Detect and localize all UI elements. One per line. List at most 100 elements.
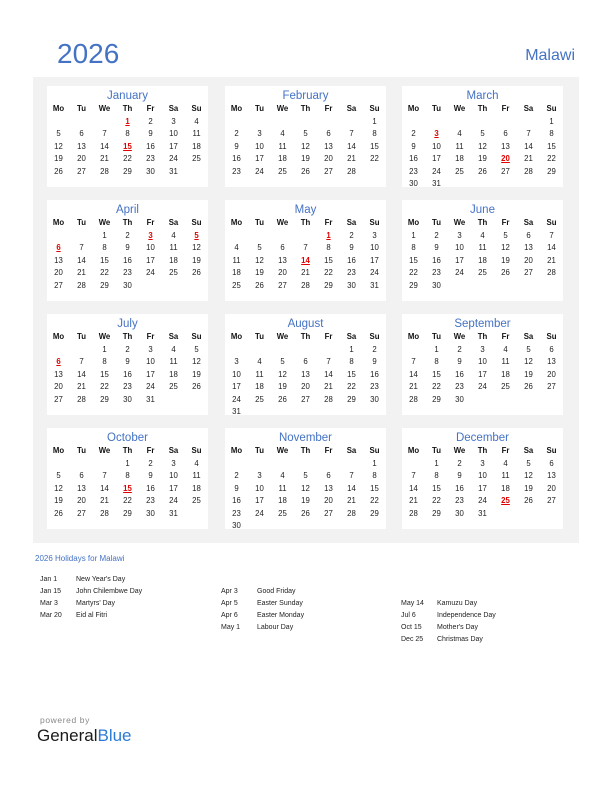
weekday-label: Th xyxy=(122,218,133,227)
month-name: April xyxy=(115,204,139,216)
day-cell: 15 xyxy=(347,369,356,379)
day-cell: 8 xyxy=(349,357,354,366)
day-cell xyxy=(494,116,517,129)
weekday-label: Th xyxy=(477,218,488,227)
holidays-title: 2026 Holidays for Malawi xyxy=(35,554,125,563)
day-cell xyxy=(248,406,271,419)
day-cell: 2 xyxy=(148,458,153,468)
weekday-label: Fr xyxy=(324,446,333,455)
week-row: 7 8 9 10 11 12 13 xyxy=(402,470,563,483)
day-cell xyxy=(340,458,363,471)
day-cell: 20 xyxy=(524,255,533,265)
holiday-day-cell: 3 xyxy=(434,129,439,138)
day-cell xyxy=(139,280,162,293)
week-row: 28 29 30 31 xyxy=(402,508,563,521)
day-cell: 23 xyxy=(232,166,241,176)
day-cell: 8 xyxy=(102,243,107,252)
day-cell: 13 xyxy=(524,243,533,252)
day-cell: 2 xyxy=(457,344,462,354)
day-cell: 7 xyxy=(102,129,107,138)
day-cell: 7 xyxy=(79,357,84,366)
month-october: October Mo Tu We Th Fr Sa Su 1 2 3 4 5 6 7 8 9 10 11 12 13 14… xyxy=(47,428,208,529)
weekday-label: We xyxy=(276,446,289,455)
day-cell: 6 xyxy=(326,129,331,138)
day-cell: 14 xyxy=(77,255,86,265)
day-cell: 22 xyxy=(324,268,333,277)
day-cell: 16 xyxy=(370,369,379,379)
day-cell: 24 xyxy=(169,496,178,505)
day-cell xyxy=(93,116,116,129)
day-cell: 10 xyxy=(370,243,379,252)
day-cell: 11 xyxy=(192,471,201,480)
holiday-item: Apr 5 Easter Sunday xyxy=(221,598,304,610)
week-row: 23 24 25 26 27 28 29 xyxy=(225,508,386,521)
day-cell: 12 xyxy=(524,357,533,366)
day-cell: 18 xyxy=(169,369,178,379)
day-cell: 28 xyxy=(301,280,310,290)
day-cell: 2 xyxy=(148,116,153,126)
weekday-label: Sa xyxy=(523,104,534,113)
day-cell: 1 xyxy=(411,230,416,240)
day-cell: 2 xyxy=(457,458,462,468)
day-cell: 28 xyxy=(77,280,86,290)
day-cell xyxy=(47,344,70,357)
holiday-item: Mar 20 Eid al Fitri xyxy=(40,610,142,622)
day-cell xyxy=(340,116,363,129)
day-cell: 27 xyxy=(547,382,556,391)
day-cell: 23 xyxy=(146,154,155,163)
day-cell: 3 xyxy=(257,129,262,138)
day-cell: 7 xyxy=(326,357,331,366)
day-cell xyxy=(494,394,517,407)
day-cell: 3 xyxy=(480,344,485,354)
week-row: 26 27 28 29 30 31 xyxy=(47,166,208,179)
weekday-label: Su xyxy=(546,104,557,113)
day-cell: 7 xyxy=(303,243,308,252)
week-row: 12 13 14 15 16 17 18 xyxy=(47,141,208,154)
day-cell xyxy=(471,280,494,293)
day-cell: 16 xyxy=(232,154,241,163)
day-cell xyxy=(340,406,363,419)
weekday-label: Tu xyxy=(255,446,264,455)
weekday-label: Fr xyxy=(324,104,333,113)
weekday-header: Mo Tu We Th Fr Sa Su xyxy=(402,217,563,230)
day-cell: 24 xyxy=(478,496,487,505)
day-cell: 11 xyxy=(278,483,287,493)
holiday-column: May 14 Kamuzu Day Jul 6 Independence Day Oct… xyxy=(401,598,496,646)
day-cell: 27 xyxy=(54,394,63,404)
day-cell: 28 xyxy=(524,166,533,176)
day-cell: 7 xyxy=(411,357,416,366)
day-cell: 30 xyxy=(455,508,464,518)
day-cell: 26 xyxy=(192,382,201,391)
day-cell: 15 xyxy=(409,255,418,265)
day-cell: 21 xyxy=(324,382,333,391)
weekday-label: Su xyxy=(369,446,380,455)
day-cell: 30 xyxy=(347,280,356,290)
day-cell: 30 xyxy=(409,179,418,188)
day-cell: 4 xyxy=(171,230,176,240)
day-cell: 8 xyxy=(434,471,439,480)
day-cell: 6 xyxy=(303,357,308,366)
day-cell: 2 xyxy=(411,129,416,138)
day-cell: 30 xyxy=(232,521,241,530)
day-cell: 31 xyxy=(169,508,178,518)
day-cell xyxy=(317,344,340,357)
day-cell xyxy=(402,116,425,129)
weekday-label: Fr xyxy=(324,332,333,341)
day-cell xyxy=(248,458,271,471)
day-cell: 22 xyxy=(123,154,132,163)
holiday-column: Jan 1 New Year's Day Jan 15 John Chilembwe … xyxy=(40,574,142,622)
day-cell: 21 xyxy=(77,382,86,391)
holiday-name: Christmas Day xyxy=(437,636,483,643)
day-cell: 1 xyxy=(434,344,439,354)
week-row: 25 26 27 28 29 30 31 xyxy=(225,280,386,293)
day-cell: 9 xyxy=(411,141,416,151)
weekday-label: We xyxy=(453,332,466,341)
day-cell: 22 xyxy=(123,496,132,505)
day-cell: 1 xyxy=(349,344,354,354)
day-cell: 9 xyxy=(372,357,377,366)
week-row: 1 2 3 4 5 xyxy=(47,344,208,357)
holiday-item: Jan 1 New Year's Day xyxy=(40,574,142,586)
day-cell: 13 xyxy=(54,255,63,265)
day-cell: 6 xyxy=(79,471,84,480)
day-cell: 24 xyxy=(370,268,379,277)
